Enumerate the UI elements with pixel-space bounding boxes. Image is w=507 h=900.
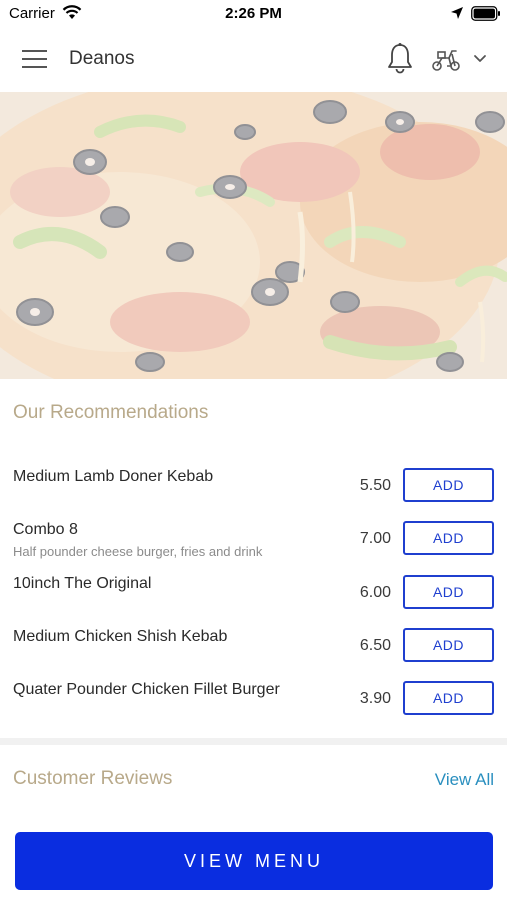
view-menu-button[interactable]: VIEW MENU: [15, 832, 493, 890]
reviews-title: Customer Reviews: [13, 768, 173, 789]
bell-icon[interactable]: [386, 42, 414, 74]
item-price: 3.90: [359, 690, 391, 707]
item-name: Medium Chicken Shish Kebab: [13, 628, 228, 645]
item-name: Quater Pounder Chicken Fillet Burger: [13, 681, 280, 698]
app-header: Deanos: [0, 28, 507, 92]
scooter-icon[interactable]: [431, 46, 461, 72]
view-all-link[interactable]: View All: [435, 770, 494, 790]
recommendation-item: Medium Lamb Doner Kebab 5.50 ADD: [0, 468, 507, 518]
item-price: 5.50: [359, 477, 391, 494]
battery-icon: [471, 6, 500, 21]
item-name: Medium Lamb Doner Kebab: [13, 468, 214, 485]
menu-icon[interactable]: [22, 48, 48, 70]
recommendation-item: Combo 8 Half pounder cheese burger, frie…: [0, 521, 507, 571]
item-description: Half pounder cheese burger, fries and dr…: [13, 544, 263, 559]
chevron-down-icon[interactable]: [473, 54, 487, 64]
recommendation-item: Quater Pounder Chicken Fillet Burger 3.9…: [0, 681, 507, 731]
add-button[interactable]: ADD: [403, 468, 494, 502]
recommendation-item: 10inch The Original 6.00 ADD: [0, 575, 507, 625]
add-button[interactable]: ADD: [403, 628, 494, 662]
location-arrow-icon: [451, 7, 463, 19]
add-button[interactable]: ADD: [403, 681, 494, 715]
item-price: 6.50: [359, 637, 391, 654]
item-name: 10inch The Original: [13, 575, 152, 592]
hero-pizza-image: [0, 92, 507, 379]
item-price: 6.00: [359, 584, 391, 601]
restaurant-name: Deanos: [69, 48, 135, 69]
status-time: 2:26 PM: [225, 5, 282, 22]
item-name: Combo 8: [13, 521, 78, 538]
item-price: 7.00: [359, 530, 391, 547]
section-divider: [0, 738, 507, 745]
add-button[interactable]: ADD: [403, 575, 494, 609]
recommendations-title: Our Recommendations: [13, 402, 209, 423]
recommendation-item: Medium Chicken Shish Kebab 6.50 ADD: [0, 628, 507, 678]
add-button[interactable]: ADD: [403, 521, 494, 555]
status-bar: Carrier 2:26 PM: [0, 0, 507, 28]
